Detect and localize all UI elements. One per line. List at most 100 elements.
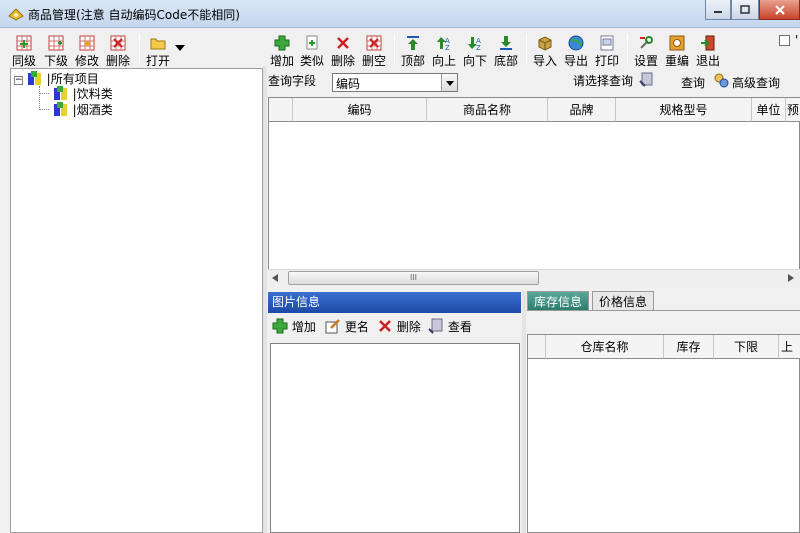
modify-label: 修改 (74, 54, 99, 68)
bottom-button[interactable]: 底部 (492, 35, 520, 69)
move-top-icon (407, 36, 419, 50)
picture-rename-button[interactable]: 更名 (325, 318, 369, 335)
folder-open-icon (150, 38, 166, 50)
similar-button[interactable]: 类似 (298, 35, 326, 69)
delete-label: 删除 (330, 54, 355, 68)
horizontal-scrollbar[interactable]: III (268, 269, 800, 286)
query-field-label: 查询字段 (268, 74, 317, 88)
column-header-warehouse[interactable]: 仓库名称 (546, 335, 664, 359)
move-bottom-icon (500, 36, 512, 50)
rename-pencil-icon (325, 319, 340, 334)
category-book-icon (53, 102, 67, 116)
query-db-icon[interactable] (639, 71, 655, 87)
move-up-button[interactable]: AZ 向上 (430, 35, 458, 69)
minimize-button[interactable] (705, 0, 731, 20)
column-header-lower-limit[interactable]: 下限 (714, 335, 779, 359)
tree-item-tobacco-alcohol[interactable]: |烟酒类 (39, 101, 113, 118)
column-header-name[interactable]: 商品名称 (427, 98, 548, 122)
advanced-search-icon[interactable] (713, 72, 729, 88)
bottom-label: 底部 (493, 54, 518, 68)
import-button[interactable]: 导入 (531, 35, 559, 69)
advanced-search-button[interactable]: 高级查询 (732, 74, 780, 91)
sub-level-label: 下级 (43, 54, 68, 68)
column-header-upper-limit-clipped[interactable]: 上 (779, 335, 800, 359)
view-icon (428, 318, 443, 334)
goods-grid[interactable]: 编码 商品名称 品牌 规格型号 单位 预 (268, 97, 800, 285)
tree-item-beverages[interactable]: |饮料类 (39, 85, 113, 102)
print-label: 打印 (594, 54, 619, 68)
similar-label: 类似 (299, 54, 324, 68)
column-header-stock[interactable]: 库存 (664, 335, 714, 359)
move-down-button[interactable]: AZ 向下 (461, 35, 489, 69)
renumber-button[interactable]: 重编 (663, 35, 691, 69)
row-indicator-header (528, 335, 546, 359)
modify-button[interactable]: 修改 (74, 35, 100, 69)
picture-panel-title: 图片信息 (268, 292, 521, 313)
column-header-spec[interactable]: 规格型号 (616, 98, 752, 122)
tree-collapse-toggle[interactable]: − (14, 76, 23, 85)
select-dropdown-button[interactable] (441, 74, 457, 91)
stock-grid[interactable]: 仓库名称 库存 下限 上 (527, 334, 800, 533)
picture-delete-button[interactable]: 删除 (377, 318, 421, 335)
exit-label: 退出 (695, 54, 720, 68)
clear-all-button[interactable]: 删空 (360, 35, 388, 69)
same-level-button[interactable]: 同级 (11, 35, 37, 69)
print-preview-icon (600, 35, 614, 51)
vertical-splitter[interactable] (263, 66, 267, 533)
title-bar: 商品管理(注意 自动编码Code不能相同) (0, 0, 800, 28)
maximize-button[interactable] (731, 0, 759, 20)
column-header-brand[interactable]: 品牌 (548, 98, 616, 122)
tab-stock-info[interactable]: 库存信息 (527, 291, 590, 311)
tab-price-info[interactable]: 价格信息 (592, 291, 655, 311)
app-icon (8, 8, 24, 21)
top-button[interactable]: 顶部 (399, 35, 427, 69)
panel-splitter[interactable] (522, 291, 526, 533)
search-button[interactable]: 查询 (681, 74, 705, 91)
delete-node-button[interactable]: 删除 (105, 35, 131, 69)
tree-item-label: |饮料类 (72, 87, 113, 101)
delete-node-label: 删除 (105, 54, 130, 68)
grid-add-icon (16, 35, 32, 51)
sub-level-button[interactable]: 下级 (43, 35, 69, 69)
scroll-left-icon[interactable] (272, 274, 278, 282)
minimize-icon (714, 10, 722, 13)
move-down-icon: AZ (468, 37, 481, 51)
delete-icon (379, 320, 391, 332)
add-button[interactable]: 增加 (268, 35, 296, 69)
query-select-prompt[interactable]: 请选择查询 (573, 72, 633, 89)
chevron-down-icon[interactable] (175, 45, 185, 51)
row-indicator-header (269, 98, 293, 122)
open-button[interactable]: 打开 (144, 35, 172, 69)
top-label: 顶部 (400, 54, 425, 68)
toolbar-separator (627, 34, 628, 64)
exit-door-icon (701, 35, 715, 51)
picture-add-label: 增加 (291, 320, 316, 334)
clear-grid-icon (366, 35, 382, 51)
query-field-value: 编码 (336, 77, 361, 91)
close-button[interactable] (759, 0, 800, 20)
exit-button[interactable]: 退出 (694, 35, 722, 69)
settings-button[interactable]: 设置 (632, 35, 660, 69)
query-field-select[interactable]: 编码 (332, 73, 458, 92)
scroll-grip: III (409, 273, 418, 282)
picture-view-label: 查看 (447, 320, 472, 334)
toolbar-separator (526, 34, 527, 64)
scroll-thumb[interactable]: III (288, 271, 539, 285)
renumber-icon (669, 35, 685, 51)
column-header-clipped[interactable]: 预 (786, 98, 800, 122)
scroll-right-icon[interactable] (788, 274, 794, 282)
delete-button[interactable]: 删除 (329, 35, 357, 69)
checkbox-label-clipped: ' (795, 33, 799, 47)
option-checkbox[interactable] (779, 35, 790, 46)
delete-icon (337, 37, 349, 49)
export-button[interactable]: 导出 (562, 35, 590, 69)
picture-view-button[interactable]: 查看 (428, 318, 472, 335)
add-label: 增加 (269, 54, 294, 68)
move-up-label: 向上 (431, 54, 456, 68)
toolbar-separator (139, 34, 140, 64)
picture-add-button[interactable]: 增加 (272, 318, 316, 335)
column-header-code[interactable]: 编码 (293, 98, 427, 122)
tab-strip-line (527, 310, 800, 311)
print-button[interactable]: 打印 (593, 35, 621, 69)
column-header-unit[interactable]: 单位 (752, 98, 786, 122)
